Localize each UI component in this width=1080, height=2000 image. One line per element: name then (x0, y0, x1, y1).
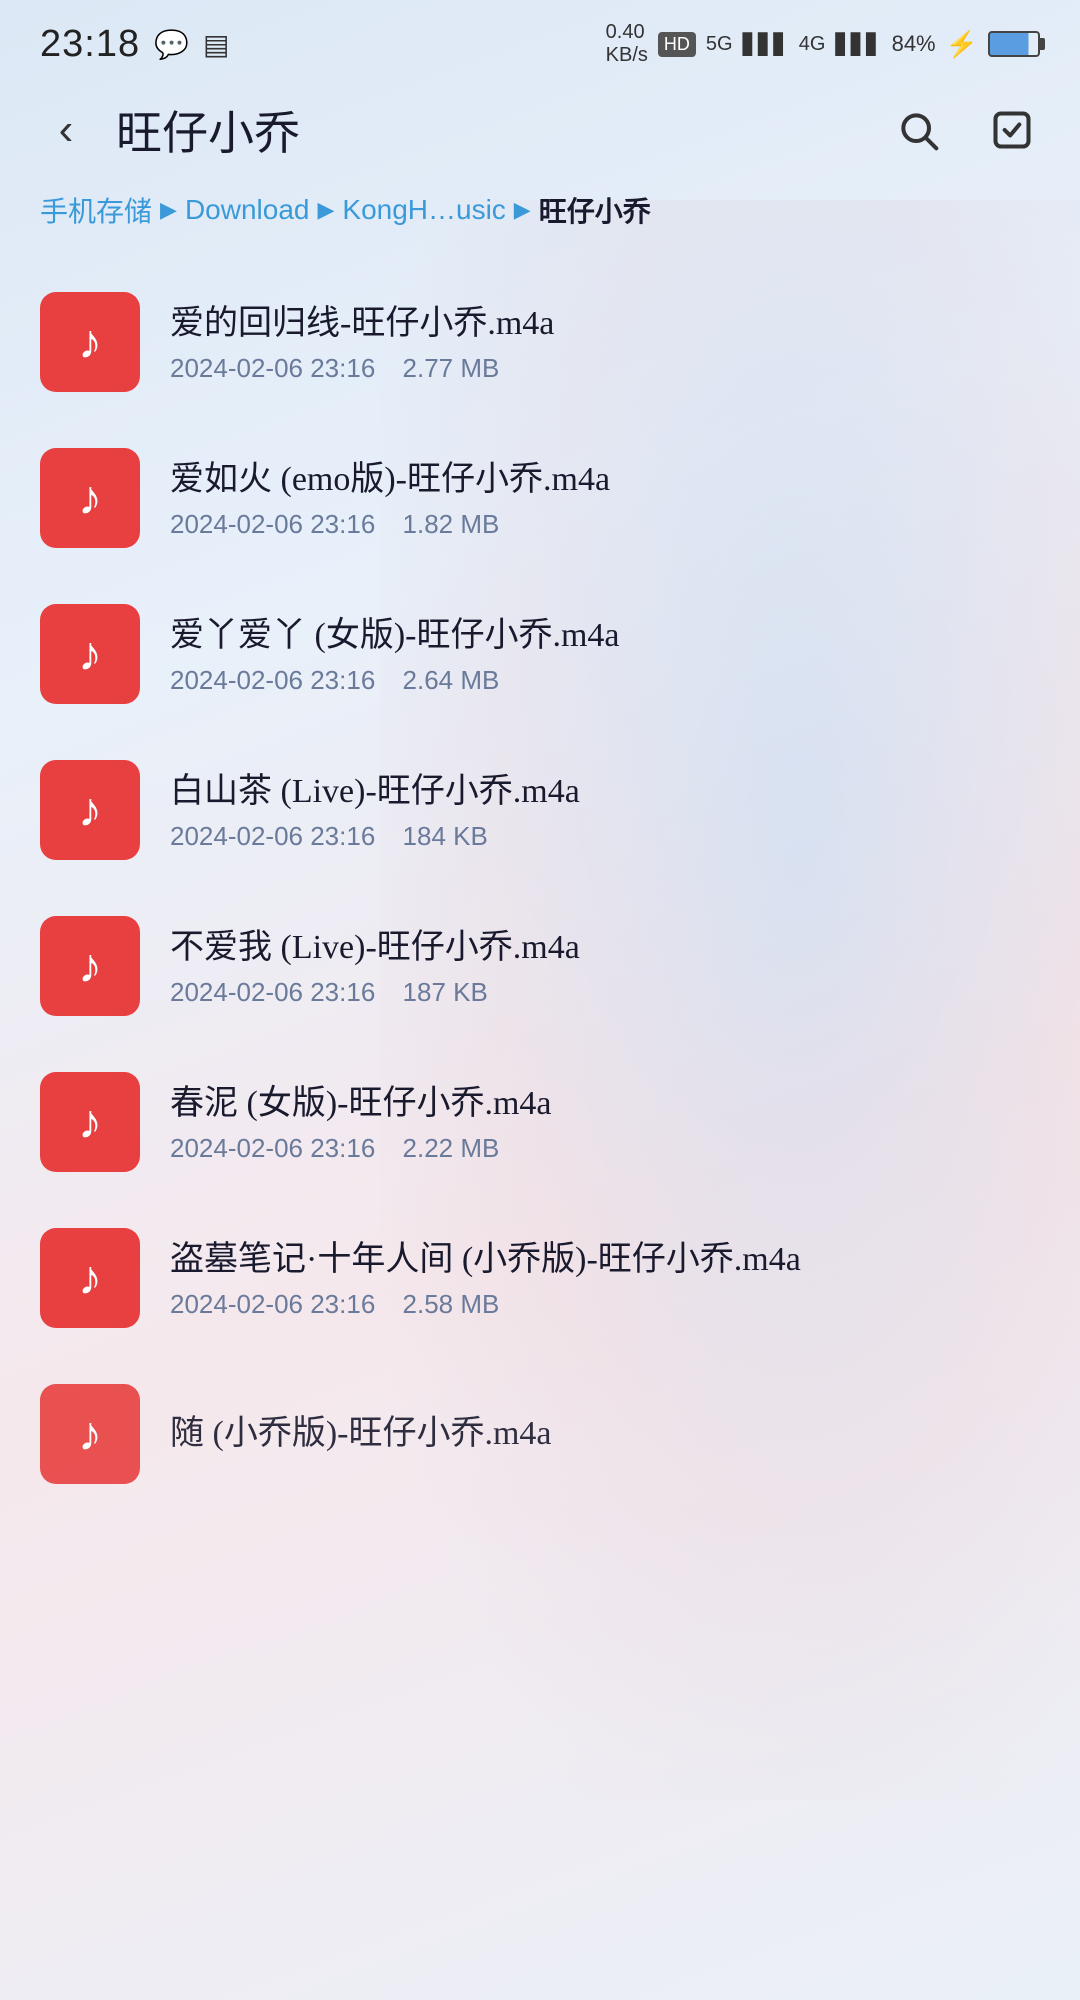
file-info-7: 随 (小乔版)-旺仔小乔.m4a (170, 1410, 1040, 1458)
list-item[interactable]: ♪ 盗墓笔记·十年人间 (小乔版)-旺仔小乔.m4a 2024-02-06 23… (0, 1200, 1080, 1356)
network-speed: 0.40KB/s (606, 21, 648, 67)
list-item[interactable]: ♪ 白山茶 (Live)-旺仔小乔.m4a 2024-02-06 23:16 1… (0, 732, 1080, 888)
file-name-6: 盗墓笔记·十年人间 (小乔版)-旺仔小乔.m4a (170, 1236, 1040, 1284)
signal-bars: ▋▋▋ (743, 32, 789, 57)
file-date-4: 2024-02-06 23:16 (170, 977, 375, 1007)
file-info-2: 爱丫爱丫 (女版)-旺仔小乔.m4a 2024-02-06 23:16 2.64… (170, 612, 1040, 697)
file-name-2: 爱丫爱丫 (女版)-旺仔小乔.m4a (170, 612, 1040, 660)
search-button[interactable] (886, 98, 950, 162)
file-info-1: 爱如火 (emo版)-旺仔小乔.m4a 2024-02-06 23:16 1.8… (170, 456, 1040, 541)
signal-bars-2: ▋▋▋ (835, 32, 881, 57)
breadcrumb-current: 旺仔小乔 (539, 190, 651, 230)
file-list: ♪ 爱的回归线-旺仔小乔.m4a 2024-02-06 23:16 2.77 M… (0, 254, 1080, 1522)
file-size-5: 2.22 MB (403, 1133, 500, 1163)
music-note-icon: ♪ (78, 627, 102, 682)
file-info-0: 爱的回归线-旺仔小乔.m4a 2024-02-06 23:16 2.77 MB (170, 300, 1040, 385)
music-note-icon: ♪ (78, 471, 102, 526)
file-icon-6: ♪ (40, 1228, 140, 1328)
file-meta-2: 2024-02-06 23:16 2.64 MB (170, 665, 1040, 696)
list-item[interactable]: ♪ 爱丫爱丫 (女版)-旺仔小乔.m4a 2024-02-06 23:16 2.… (0, 576, 1080, 732)
lightning-icon: ⚡ (946, 29, 978, 60)
file-size-3: 184 KB (403, 821, 488, 851)
file-name-0: 爱的回归线-旺仔小乔.m4a (170, 300, 1040, 348)
music-note-icon: ♪ (78, 939, 102, 994)
back-icon: ‹ (59, 105, 74, 155)
file-name-7: 随 (小乔版)-旺仔小乔.m4a (170, 1410, 1040, 1458)
breadcrumb: 手机存储 ▶ Download ▶ KongH…usic ▶ 旺仔小乔 (0, 180, 1080, 254)
toolbar-actions (886, 98, 1044, 162)
file-name-4: 不爱我 (Live)-旺仔小乔.m4a (170, 924, 1040, 972)
music-note-icon: ♪ (78, 1095, 102, 1150)
music-note-icon: ♪ (78, 1251, 102, 1306)
music-note-icon: ♪ (78, 783, 102, 838)
hd-badge: HD (658, 32, 696, 57)
breadcrumb-phone-storage[interactable]: 手机存储 (40, 190, 152, 230)
5g-badge: 5G (706, 33, 733, 56)
file-icon-7: ♪ (40, 1384, 140, 1484)
file-name-3: 白山茶 (Live)-旺仔小乔.m4a (170, 768, 1040, 816)
file-date-2: 2024-02-06 23:16 (170, 665, 375, 695)
notification-icon: ▤ (203, 28, 229, 61)
file-icon-5: ♪ (40, 1072, 140, 1172)
checklist-icon (990, 108, 1034, 152)
file-info-5: 春泥 (女版)-旺仔小乔.m4a 2024-02-06 23:16 2.22 M… (170, 1080, 1040, 1165)
file-info-3: 白山茶 (Live)-旺仔小乔.m4a 2024-02-06 23:16 184… (170, 768, 1040, 853)
list-item[interactable]: ♪ 爱如火 (emo版)-旺仔小乔.m4a 2024-02-06 23:16 1… (0, 420, 1080, 576)
file-date-5: 2024-02-06 23:16 (170, 1133, 375, 1163)
file-name-5: 春泥 (女版)-旺仔小乔.m4a (170, 1080, 1040, 1128)
file-meta-5: 2024-02-06 23:16 2.22 MB (170, 1133, 1040, 1164)
status-left: 23:18 💬 ▤ (40, 23, 229, 66)
file-icon-0: ♪ (40, 292, 140, 392)
music-note-icon: ♪ (78, 315, 102, 370)
file-size-1: 1.82 MB (403, 509, 500, 539)
battery-percent: 84% (892, 31, 936, 57)
list-item[interactable]: ♪ 春泥 (女版)-旺仔小乔.m4a 2024-02-06 23:16 2.22… (0, 1044, 1080, 1200)
breadcrumb-sep-2: ▶ (317, 197, 334, 223)
file-size-2: 2.64 MB (403, 665, 500, 695)
battery-icon (988, 31, 1040, 57)
file-meta-3: 2024-02-06 23:16 184 KB (170, 821, 1040, 852)
file-icon-1: ♪ (40, 448, 140, 548)
breadcrumb-kongmusic[interactable]: KongH…usic (342, 194, 505, 226)
status-time: 23:18 (40, 23, 140, 66)
page-title: 旺仔小乔 (116, 97, 886, 163)
breadcrumb-download[interactable]: Download (185, 194, 310, 226)
list-item[interactable]: ♪ 不爱我 (Live)-旺仔小乔.m4a 2024-02-06 23:16 1… (0, 888, 1080, 1044)
file-size-4: 187 KB (403, 977, 488, 1007)
toolbar: ‹ 旺仔小乔 (0, 80, 1080, 180)
file-date-3: 2024-02-06 23:16 (170, 821, 375, 851)
file-info-6: 盗墓笔记·十年人间 (小乔版)-旺仔小乔.m4a 2024-02-06 23:1… (170, 1236, 1040, 1321)
file-icon-2: ♪ (40, 604, 140, 704)
wechat-icon: 💬 (154, 28, 189, 61)
list-item[interactable]: ♪ 随 (小乔版)-旺仔小乔.m4a (0, 1356, 1080, 1512)
search-icon (896, 108, 940, 152)
file-meta-0: 2024-02-06 23:16 2.77 MB (170, 353, 1040, 384)
status-right: 0.40KB/s HD 5G ▋▋▋ 4G ▋▋▋ 84% ⚡ (606, 21, 1040, 67)
breadcrumb-sep-1: ▶ (160, 197, 177, 223)
file-date-0: 2024-02-06 23:16 (170, 353, 375, 383)
status-bar: 23:18 💬 ▤ 0.40KB/s HD 5G ▋▋▋ 4G ▋▋▋ 84% … (0, 0, 1080, 80)
file-icon-3: ♪ (40, 760, 140, 860)
file-date-6: 2024-02-06 23:16 (170, 1289, 375, 1319)
4g-badge: 4G (799, 33, 826, 56)
back-button[interactable]: ‹ (36, 100, 96, 160)
file-size-6: 2.58 MB (403, 1289, 500, 1319)
checklist-button[interactable] (980, 98, 1044, 162)
file-meta-6: 2024-02-06 23:16 2.58 MB (170, 1289, 1040, 1320)
breadcrumb-sep-3: ▶ (514, 197, 531, 223)
file-icon-4: ♪ (40, 916, 140, 1016)
music-note-icon: ♪ (78, 1407, 102, 1462)
file-meta-1: 2024-02-06 23:16 1.82 MB (170, 509, 1040, 540)
file-name-1: 爱如火 (emo版)-旺仔小乔.m4a (170, 456, 1040, 504)
file-meta-4: 2024-02-06 23:16 187 KB (170, 977, 1040, 1008)
file-date-1: 2024-02-06 23:16 (170, 509, 375, 539)
file-info-4: 不爱我 (Live)-旺仔小乔.m4a 2024-02-06 23:16 187… (170, 924, 1040, 1009)
list-item[interactable]: ♪ 爱的回归线-旺仔小乔.m4a 2024-02-06 23:16 2.77 M… (0, 264, 1080, 420)
file-size-0: 2.77 MB (403, 353, 500, 383)
